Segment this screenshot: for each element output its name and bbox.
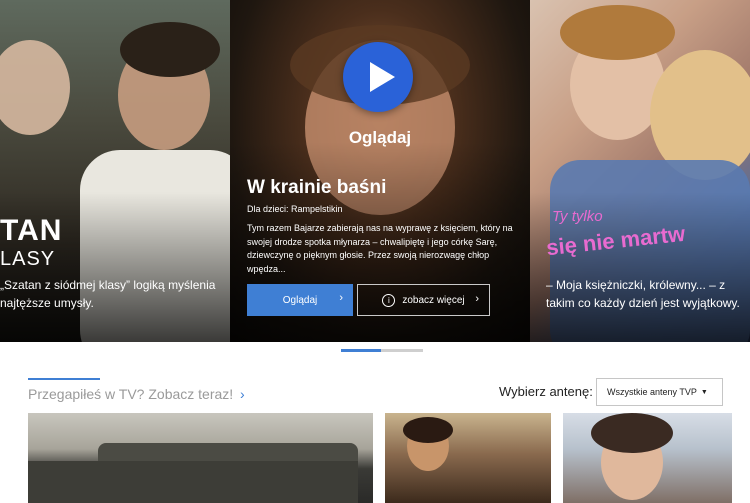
play-button[interactable] [343,42,413,112]
carousel-pager-active[interactable] [341,349,381,352]
carousel-slide-left[interactable]: TAN LASY „Szatan z siódmej klasy” logiką… [0,0,230,342]
watch-button-label: Oglądaj [282,294,318,306]
chevron-right-icon[interactable]: › [240,386,245,402]
antenna-select[interactable]: Wszystkie anteny TVP ▼ [596,378,723,406]
info-icon: i [382,293,396,307]
left-slide-title-part2: LASY [0,248,56,270]
boy-hair-shape [403,417,453,443]
video-thumbnail[interactable] [385,413,551,503]
antenna-label: Wybierz antenę: [499,384,593,399]
play-label[interactable]: Oglądaj [230,128,530,148]
caret-down-icon: ▼ [700,388,708,396]
train-roof-shape [98,443,358,461]
hero-carousel: TAN LASY „Szatan z siódmej klasy” logiką… [0,0,750,342]
section-accent-line [28,378,100,380]
right-hair-girl [560,5,675,60]
right-logo-line1: Ty tylko [552,208,603,225]
slide-description: Tym razem Bajarze zabierają nas na wypra… [247,223,513,274]
carousel-pager-inactive[interactable] [381,349,423,352]
see-more-button[interactable]: i zobacz więcej › [357,284,490,316]
section-title[interactable]: Przegapiłeś w TV? Zobacz teraz! [28,386,233,402]
slide-title: W krainie baśni [247,177,387,198]
carousel-slide-right[interactable]: Ty tylko się nie martw – Moja księżniczk… [530,0,750,342]
chevron-right-icon: › [339,292,343,304]
right-slide-caption: – Moja księżniczki, królewny... – z taki… [546,278,740,310]
left-hair-2 [120,22,220,77]
left-face-1 [0,40,70,135]
woman-hair-shape [591,413,673,453]
left-slide-title-part1: TAN [0,214,63,247]
carousel-slide-center[interactable]: Oglądaj W krainie baśni Dla dzieci: Ramp… [230,0,530,342]
video-thumbnail[interactable] [28,413,373,503]
see-more-button-label: zobacz więcej [402,294,465,306]
antenna-select-value: Wszystkie anteny TVP [607,387,697,397]
slide-subtitle: Dla dzieci: Rampelstikin [247,204,343,214]
train-car-shape [28,461,358,503]
video-thumbnail[interactable] [563,413,732,503]
left-slide-caption: „Szatan z siódmej klasy” logiką myślenia… [0,278,216,310]
play-icon [370,62,395,92]
watch-button[interactable]: Oglądaj › [247,284,353,316]
chevron-right-icon: › [475,293,479,305]
